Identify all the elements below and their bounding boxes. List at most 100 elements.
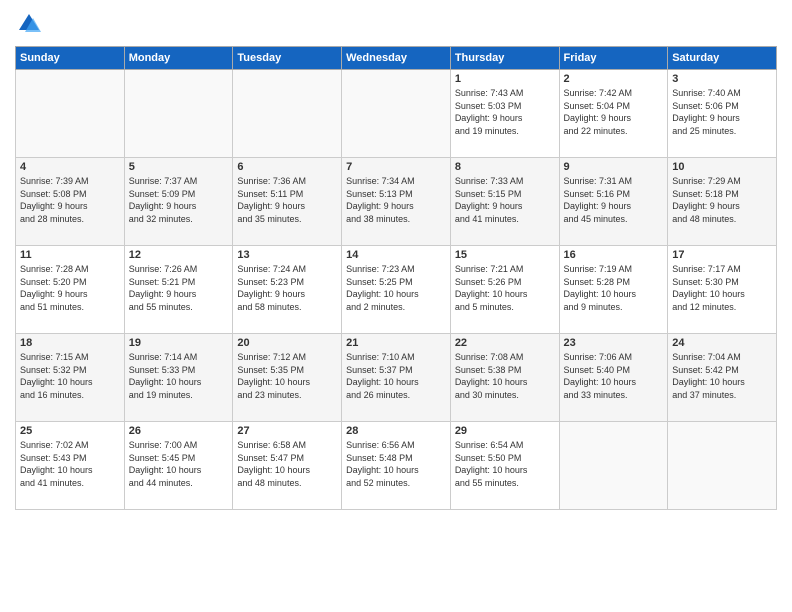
calendar-week-row: 18Sunrise: 7:15 AM Sunset: 5:32 PM Dayli… bbox=[16, 334, 777, 422]
day-number: 8 bbox=[455, 161, 555, 173]
calendar-cell: 2Sunrise: 7:42 AM Sunset: 5:04 PM Daylig… bbox=[559, 70, 668, 158]
calendar-header: SundayMondayTuesdayWednesdayThursdayFrid… bbox=[16, 47, 777, 70]
day-number: 22 bbox=[455, 337, 555, 349]
day-number: 15 bbox=[455, 249, 555, 261]
calendar-cell: 11Sunrise: 7:28 AM Sunset: 5:20 PM Dayli… bbox=[16, 246, 125, 334]
day-info: Sunrise: 7:36 AM Sunset: 5:11 PM Dayligh… bbox=[237, 175, 337, 225]
calendar-cell bbox=[559, 422, 668, 510]
calendar-cell: 20 Sunrise: 7:12 AM Sunset: 5:35 PM Dayli… bbox=[233, 334, 342, 422]
day-info: Sunrise: 7:24 AM Sunset: 5:23 PM Dayligh… bbox=[237, 263, 337, 313]
day-number: 28 bbox=[346, 425, 446, 437]
calendar-cell: 19Sunrise: 7:14 AM Sunset: 5:33 PM Dayli… bbox=[124, 334, 233, 422]
weekday-header: Wednesday bbox=[342, 47, 451, 70]
weekday-header: Friday bbox=[559, 47, 668, 70]
calendar-cell: 26 Sunrise: 7:00 AM Sunset: 5:45 PM Dayli… bbox=[124, 422, 233, 510]
day-info: Sunrise: 7:40 AM Sunset: 5:06 PM Dayligh… bbox=[672, 87, 772, 137]
logo-icon bbox=[15, 10, 43, 38]
calendar-cell: 4 Sunrise: 7:39 AM Sunset: 5:08 PM Daylig… bbox=[16, 158, 125, 246]
day-number: 1 bbox=[455, 73, 555, 85]
day-info: Sunrise: 7:02 AM Sunset: 5:43 PM Dayligh… bbox=[20, 439, 120, 489]
day-number: 27 bbox=[237, 425, 337, 437]
day-number: 24 bbox=[672, 337, 772, 349]
day-info: Sunrise: 7:23 AM Sunset: 5:25 PM Dayligh… bbox=[346, 263, 446, 313]
weekday-header: Monday bbox=[124, 47, 233, 70]
calendar-cell: 5 Sunrise: 7:37 AM Sunset: 5:09 PM Daylig… bbox=[124, 158, 233, 246]
calendar-cell: 3 Sunrise: 7:40 AM Sunset: 5:06 PM Daylig… bbox=[668, 70, 777, 158]
calendar-cell: 21 Sunrise: 7:10 AM Sunset: 5:37 PM Dayli… bbox=[342, 334, 451, 422]
calendar-cell: 7 Sunrise: 7:34 AM Sunset: 5:13 PM Daylig… bbox=[342, 158, 451, 246]
calendar-cell bbox=[668, 422, 777, 510]
day-number: 21 bbox=[346, 337, 446, 349]
calendar-cell: 12 Sunrise: 7:26 AM Sunset: 5:21 PM Dayli… bbox=[124, 246, 233, 334]
day-info: Sunrise: 7:29 AM Sunset: 5:18 PM Dayligh… bbox=[672, 175, 772, 225]
day-number: 6 bbox=[237, 161, 337, 173]
day-number: 14 bbox=[346, 249, 446, 261]
header bbox=[15, 10, 777, 38]
day-number: 7 bbox=[346, 161, 446, 173]
day-info: Sunrise: 7:08 AM Sunset: 5:38 PM Dayligh… bbox=[455, 351, 555, 401]
day-info: Sunrise: 7:12 AM Sunset: 5:35 PM Dayligh… bbox=[237, 351, 337, 401]
day-info: Sunrise: 7:00 AM Sunset: 5:45 PM Dayligh… bbox=[129, 439, 229, 489]
calendar-cell: 23 Sunrise: 7:06 AM Sunset: 5:40 PM Dayli… bbox=[559, 334, 668, 422]
calendar-cell: 13 Sunrise: 7:24 AM Sunset: 5:23 PM Dayli… bbox=[233, 246, 342, 334]
day-number: 29 bbox=[455, 425, 555, 437]
weekday-header: Thursday bbox=[450, 47, 559, 70]
day-number: 9 bbox=[564, 161, 664, 173]
day-info: Sunrise: 7:33 AM Sunset: 5:15 PM Dayligh… bbox=[455, 175, 555, 225]
day-info: Sunrise: 6:58 AM Sunset: 5:47 PM Dayligh… bbox=[237, 439, 337, 489]
day-number: 25 bbox=[20, 425, 120, 437]
logo bbox=[15, 10, 47, 38]
weekday-header: Saturday bbox=[668, 47, 777, 70]
day-info: Sunrise: 6:56 AM Sunset: 5:48 PM Dayligh… bbox=[346, 439, 446, 489]
day-info: Sunrise: 7:37 AM Sunset: 5:09 PM Dayligh… bbox=[129, 175, 229, 225]
day-info: Sunrise: 6:54 AM Sunset: 5:50 PM Dayligh… bbox=[455, 439, 555, 489]
calendar-cell bbox=[233, 70, 342, 158]
weekday-header: Tuesday bbox=[233, 47, 342, 70]
calendar-cell: 17 Sunrise: 7:17 AM Sunset: 5:30 PM Dayli… bbox=[668, 246, 777, 334]
day-number: 19 bbox=[129, 337, 229, 349]
calendar-cell: 27 Sunrise: 6:58 AM Sunset: 5:47 PM Dayli… bbox=[233, 422, 342, 510]
day-info: Sunrise: 7:17 AM Sunset: 5:30 PM Dayligh… bbox=[672, 263, 772, 313]
calendar-week-row: 4 Sunrise: 7:39 AM Sunset: 5:08 PM Daylig… bbox=[16, 158, 777, 246]
day-info: Sunrise: 7:21 AM Sunset: 5:26 PM Dayligh… bbox=[455, 263, 555, 313]
day-number: 23 bbox=[564, 337, 664, 349]
day-info: Sunrise: 7:39 AM Sunset: 5:08 PM Dayligh… bbox=[20, 175, 120, 225]
day-number: 20 bbox=[237, 337, 337, 349]
calendar-cell: 1 Sunrise: 7:43 AM Sunset: 5:03 PM Daylig… bbox=[450, 70, 559, 158]
day-number: 16 bbox=[564, 249, 664, 261]
calendar-cell: 6 Sunrise: 7:36 AM Sunset: 5:11 PM Daylig… bbox=[233, 158, 342, 246]
calendar-week-row: 1 Sunrise: 7:43 AM Sunset: 5:03 PM Daylig… bbox=[16, 70, 777, 158]
day-info: Sunrise: 7:26 AM Sunset: 5:21 PM Dayligh… bbox=[129, 263, 229, 313]
calendar-cell: 28 Sunrise: 6:56 AM Sunset: 5:48 PM Dayli… bbox=[342, 422, 451, 510]
day-info: Sunrise: 7:34 AM Sunset: 5:13 PM Dayligh… bbox=[346, 175, 446, 225]
day-number: 10 bbox=[672, 161, 772, 173]
day-number: 13 bbox=[237, 249, 337, 261]
calendar-cell bbox=[342, 70, 451, 158]
calendar-cell bbox=[124, 70, 233, 158]
calendar-cell: 10 Sunrise: 7:29 AM Sunset: 5:18 PM Dayli… bbox=[668, 158, 777, 246]
calendar-body: 1 Sunrise: 7:43 AM Sunset: 5:03 PM Daylig… bbox=[16, 70, 777, 510]
day-number: 2 bbox=[564, 73, 664, 85]
calendar-week-row: 11Sunrise: 7:28 AM Sunset: 5:20 PM Dayli… bbox=[16, 246, 777, 334]
day-info: Sunrise: 7:19 AM Sunset: 5:28 PM Dayligh… bbox=[564, 263, 664, 313]
calendar-week-row: 25 Sunrise: 7:02 AM Sunset: 5:43 PM Dayli… bbox=[16, 422, 777, 510]
day-info: Sunrise: 7:43 AM Sunset: 5:03 PM Dayligh… bbox=[455, 87, 555, 137]
day-number: 12 bbox=[129, 249, 229, 261]
day-number: 17 bbox=[672, 249, 772, 261]
calendar-cell: 24Sunrise: 7:04 AM Sunset: 5:42 PM Dayli… bbox=[668, 334, 777, 422]
day-number: 3 bbox=[672, 73, 772, 85]
day-number: 26 bbox=[129, 425, 229, 437]
page: SundayMondayTuesdayWednesdayThursdayFrid… bbox=[0, 0, 792, 612]
day-info: Sunrise: 7:06 AM Sunset: 5:40 PM Dayligh… bbox=[564, 351, 664, 401]
calendar-cell: 8 Sunrise: 7:33 AM Sunset: 5:15 PM Daylig… bbox=[450, 158, 559, 246]
day-number: 5 bbox=[129, 161, 229, 173]
day-info: Sunrise: 7:15 AM Sunset: 5:32 PM Dayligh… bbox=[20, 351, 120, 401]
calendar-cell: 16 Sunrise: 7:19 AM Sunset: 5:28 PM Dayli… bbox=[559, 246, 668, 334]
calendar-cell: 22 Sunrise: 7:08 AM Sunset: 5:38 PM Dayli… bbox=[450, 334, 559, 422]
day-info: Sunrise: 7:10 AM Sunset: 5:37 PM Dayligh… bbox=[346, 351, 446, 401]
day-number: 11 bbox=[20, 249, 120, 261]
calendar-table: SundayMondayTuesdayWednesdayThursdayFrid… bbox=[15, 46, 777, 510]
day-number: 4 bbox=[20, 161, 120, 173]
calendar-cell bbox=[16, 70, 125, 158]
header-row: SundayMondayTuesdayWednesdayThursdayFrid… bbox=[16, 47, 777, 70]
